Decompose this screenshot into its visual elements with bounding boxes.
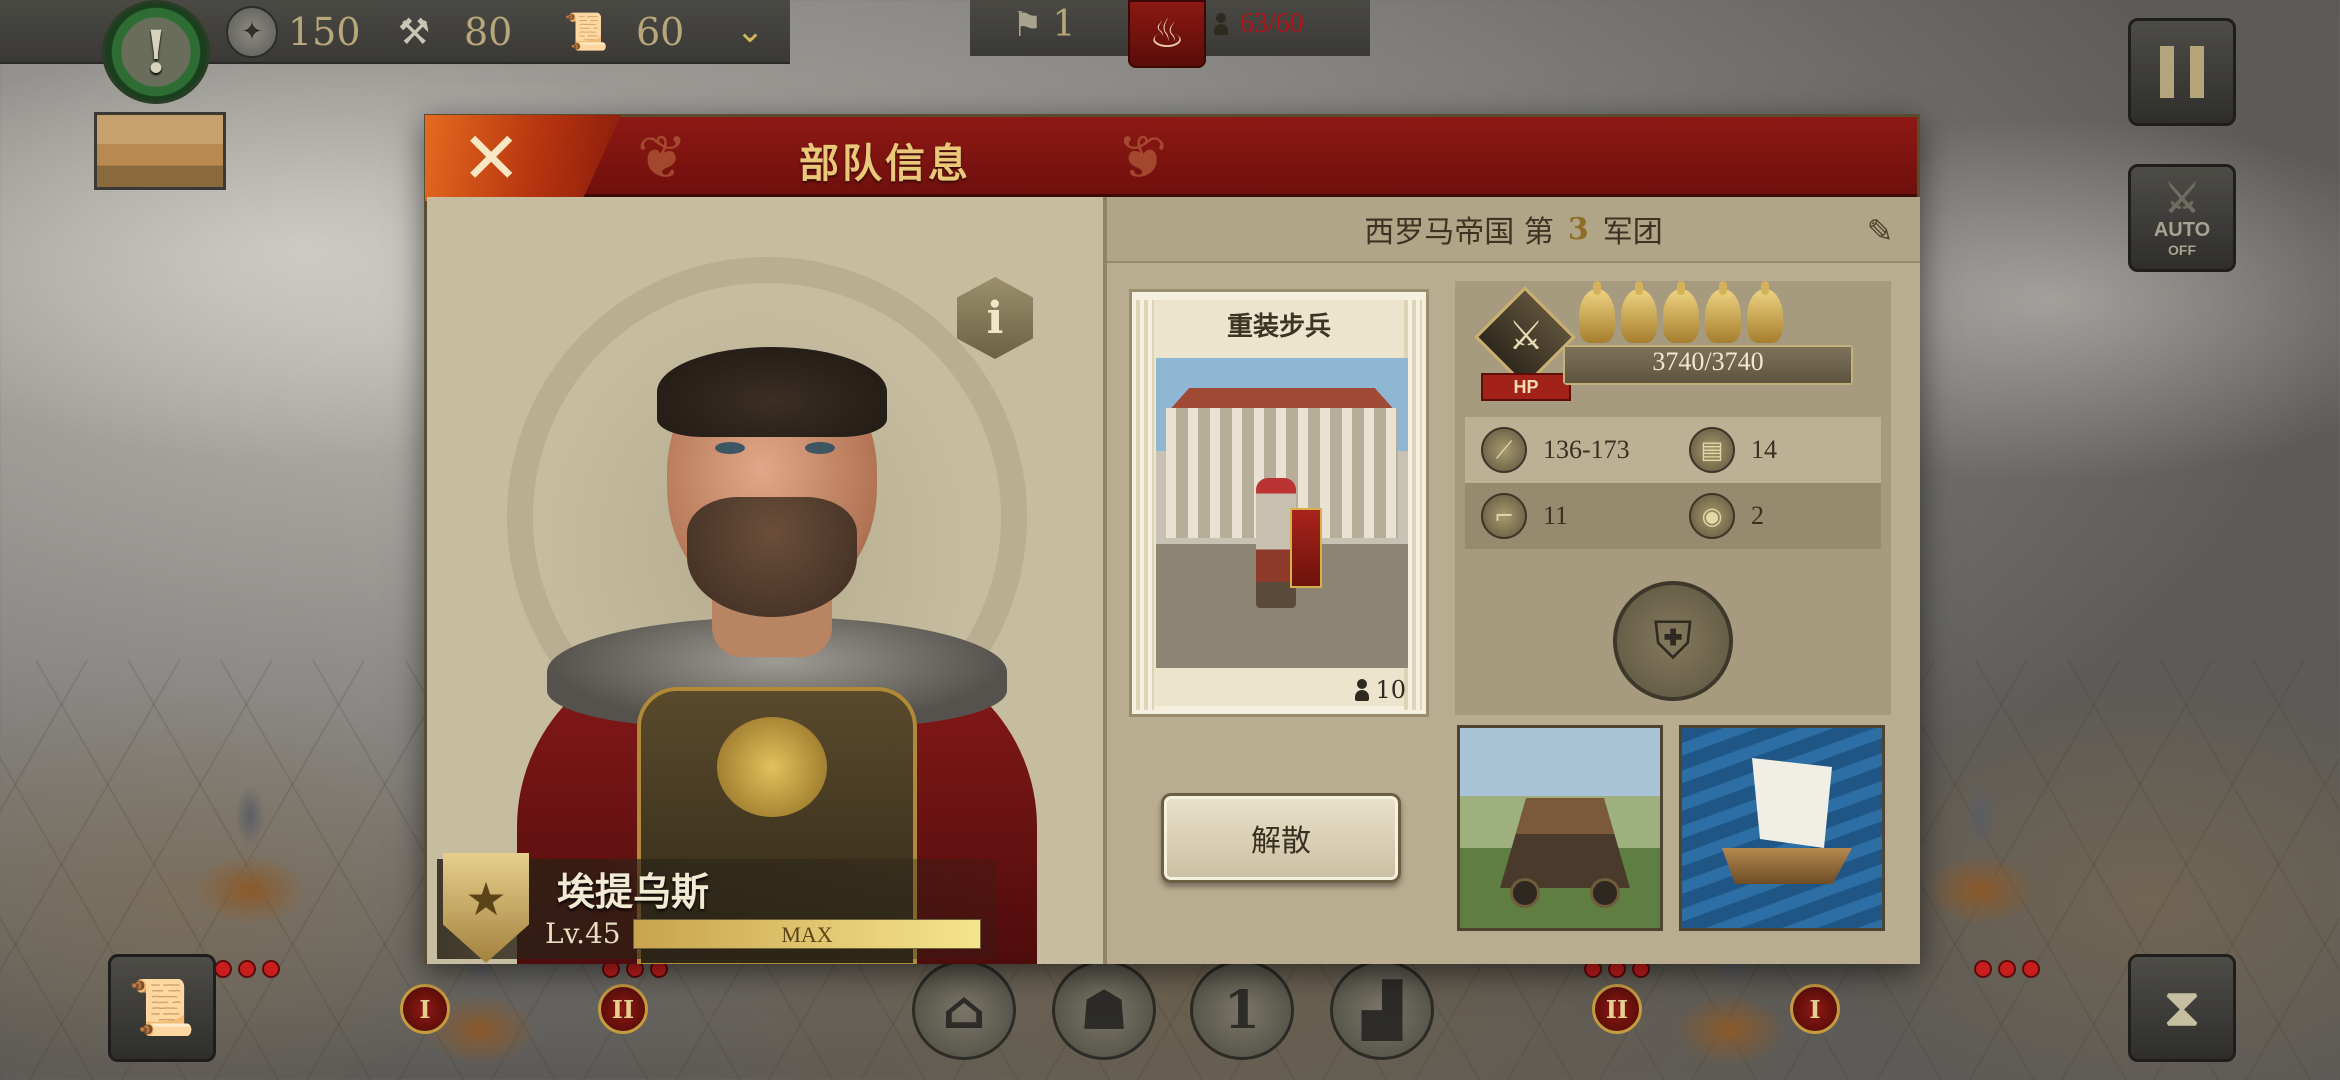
close-icon: ✕ — [461, 116, 522, 200]
dialog-title: 部队信息 — [799, 140, 971, 187]
scroll-menu-button[interactable]: 📜 — [108, 954, 216, 1062]
commander-level: Lv.45 — [545, 917, 621, 950]
minimap-thumbnail[interactable] — [94, 112, 226, 190]
shield-wall-formation-icon[interactable]: ⛨ — [1613, 581, 1733, 701]
helmet-star-icon — [1663, 281, 1699, 343]
vision-eye-icon: ◉ — [1689, 493, 1735, 539]
unit-info-dialog: ❦ ❦ 部队信息 ✕ i ★ 埃提乌斯 Lv.45 MAX 西罗马帝国 第 3 … — [424, 114, 1920, 964]
person-icon — [1214, 13, 1228, 35]
auto-label: AUTO — [2153, 218, 2211, 241]
map-icon[interactable]: ▟ — [1330, 960, 1434, 1060]
population-count[interactable]: 63/60 — [1214, 8, 1304, 40]
scroll-icon: 📜 — [563, 12, 609, 53]
legion-badge-ii: II — [598, 984, 648, 1034]
resource-scroll[interactable]: 📜 60 — [560, 4, 685, 60]
hp-label: HP — [1481, 373, 1571, 401]
unit-type-name: 重装步兵 — [1226, 312, 1331, 342]
stat-row: ⌐ 11 ◉ 2 — [1465, 483, 1881, 549]
alert-button[interactable]: ! — [102, 0, 210, 104]
stat-attack[interactable]: ⟋ 136-173 — [1465, 427, 1673, 473]
legion-number: 3 — [1567, 211, 1589, 247]
fire-icon: ♨ — [1149, 11, 1185, 57]
hammer-icon: ⚒ — [397, 11, 431, 53]
unit-panel: 西罗马帝国 第 3 军团 ✎ 重装步兵 10 ⚔ HP 3740/3740 ⟋ … — [1103, 197, 1920, 964]
legion-name: 西罗马帝国 第 3 军团 — [1107, 197, 1920, 263]
laurel-right-icon: ❦ — [1117, 123, 1168, 193]
edit-icon[interactable]: ✎ — [1860, 211, 1900, 251]
movement-boot-icon: ⌐ — [1481, 493, 1527, 539]
unit-card[interactable]: 重装步兵 10 — [1129, 289, 1429, 717]
fort-icon[interactable]: ⌂ — [912, 960, 1016, 1060]
unit-stats-panel: ⚔ HP 3740/3740 ⟋ 136-173 ▤ 14 ⌐ 11 ◉ 2 ⛨ — [1455, 281, 1891, 715]
chevron-down-icon[interactable]: ⌄ — [728, 14, 772, 50]
unit-health-pips — [214, 960, 280, 978]
pillar-left — [1136, 300, 1154, 710]
alert-icon: ! — [143, 18, 169, 86]
generals-count[interactable]: ⚑ 1 — [1012, 4, 1075, 45]
unit-health-pips — [1974, 960, 2040, 978]
ship-icon — [1752, 758, 1832, 848]
scroll-icon: 📜 — [128, 976, 196, 1039]
column-icon[interactable]: 1 — [1190, 960, 1294, 1060]
armor-icon: ▤ — [1689, 427, 1735, 473]
unit-count: 10 — [1355, 676, 1406, 704]
star-rank-helmets — [1579, 281, 1783, 343]
pause-icon — [2160, 46, 2204, 98]
auto-battle-button[interactable]: ⚔ AUTO OFF — [2128, 164, 2236, 272]
helmet-star-icon — [1747, 281, 1783, 343]
stat-movement[interactable]: ⌐ 11 — [1465, 493, 1673, 539]
transport-ship-tile[interactable] — [1679, 725, 1885, 931]
legion-badge-ii: II — [1592, 984, 1642, 1034]
siege-engine-icon — [1500, 798, 1630, 888]
siege-engine-tile[interactable] — [1457, 725, 1663, 931]
stat-row: ⟋ 136-173 ▤ 14 — [1465, 417, 1881, 483]
experience-label: MAX — [781, 922, 833, 947]
helmet-star-icon — [1579, 281, 1615, 343]
person-icon — [1355, 679, 1370, 701]
stat-armor[interactable]: ▤ 14 — [1673, 427, 1881, 473]
scroll-value: 60 — [636, 10, 685, 54]
denarius-value: 150 — [288, 10, 361, 54]
resource-denarius[interactable]: ✦ 150 — [226, 4, 361, 60]
hammer-value: 80 — [464, 10, 513, 54]
resource-hammer[interactable]: ⚒ 80 — [388, 4, 513, 60]
helmet-star-icon — [1621, 281, 1657, 343]
commander-name: 埃提乌斯 — [557, 869, 710, 914]
mask-icon[interactable]: ☗ — [1052, 960, 1156, 1060]
crossed-swords-icon: ⚔ — [2164, 176, 2200, 221]
pause-button[interactable] — [2128, 18, 2236, 126]
attack-icon: ⟋ — [1481, 427, 1527, 473]
general-flag-icon: ⚑ — [1012, 4, 1043, 45]
laurel-left-icon: ❦ — [637, 123, 688, 193]
legion-prefix: 西罗马帝国 第 — [1364, 215, 1554, 250]
denarius-coin-icon: ✦ — [226, 6, 278, 58]
legion-badge-i: I — [1790, 984, 1840, 1034]
legion-badge-i: I — [400, 984, 450, 1034]
commander-panel: i ★ 埃提乌斯 Lv.45 MAX — [427, 197, 1103, 964]
hp-bar: 3740/3740 — [1563, 345, 1853, 385]
sword-icon: ⚔ — [1508, 313, 1544, 359]
experience-bar: MAX — [633, 919, 981, 949]
stat-grid: ⟋ 136-173 ▤ 14 ⌐ 11 ◉ 2 — [1465, 417, 1881, 549]
unit-illustration — [1156, 358, 1408, 668]
stat-vision[interactable]: ◉ 2 — [1673, 493, 1881, 539]
dialog-header: ❦ ❦ 部队信息 — [427, 117, 1917, 197]
cavalry-unit[interactable] — [150, 760, 350, 960]
hp-value: 3740/3740 — [1652, 347, 1764, 376]
disband-button[interactable]: 解散 — [1161, 793, 1401, 883]
auto-state: OFF — [2168, 241, 2196, 258]
end-turn-button[interactable]: ⧗ — [2128, 954, 2236, 1062]
hp-badge: ⚔ HP — [1474, 286, 1576, 401]
helmet-star-icon — [1705, 281, 1741, 343]
fire-tab-button[interactable]: ♨ — [1128, 0, 1206, 68]
hourglass-icon: ⧗ — [2163, 976, 2201, 1039]
legion-suffix: 军团 — [1602, 215, 1663, 250]
